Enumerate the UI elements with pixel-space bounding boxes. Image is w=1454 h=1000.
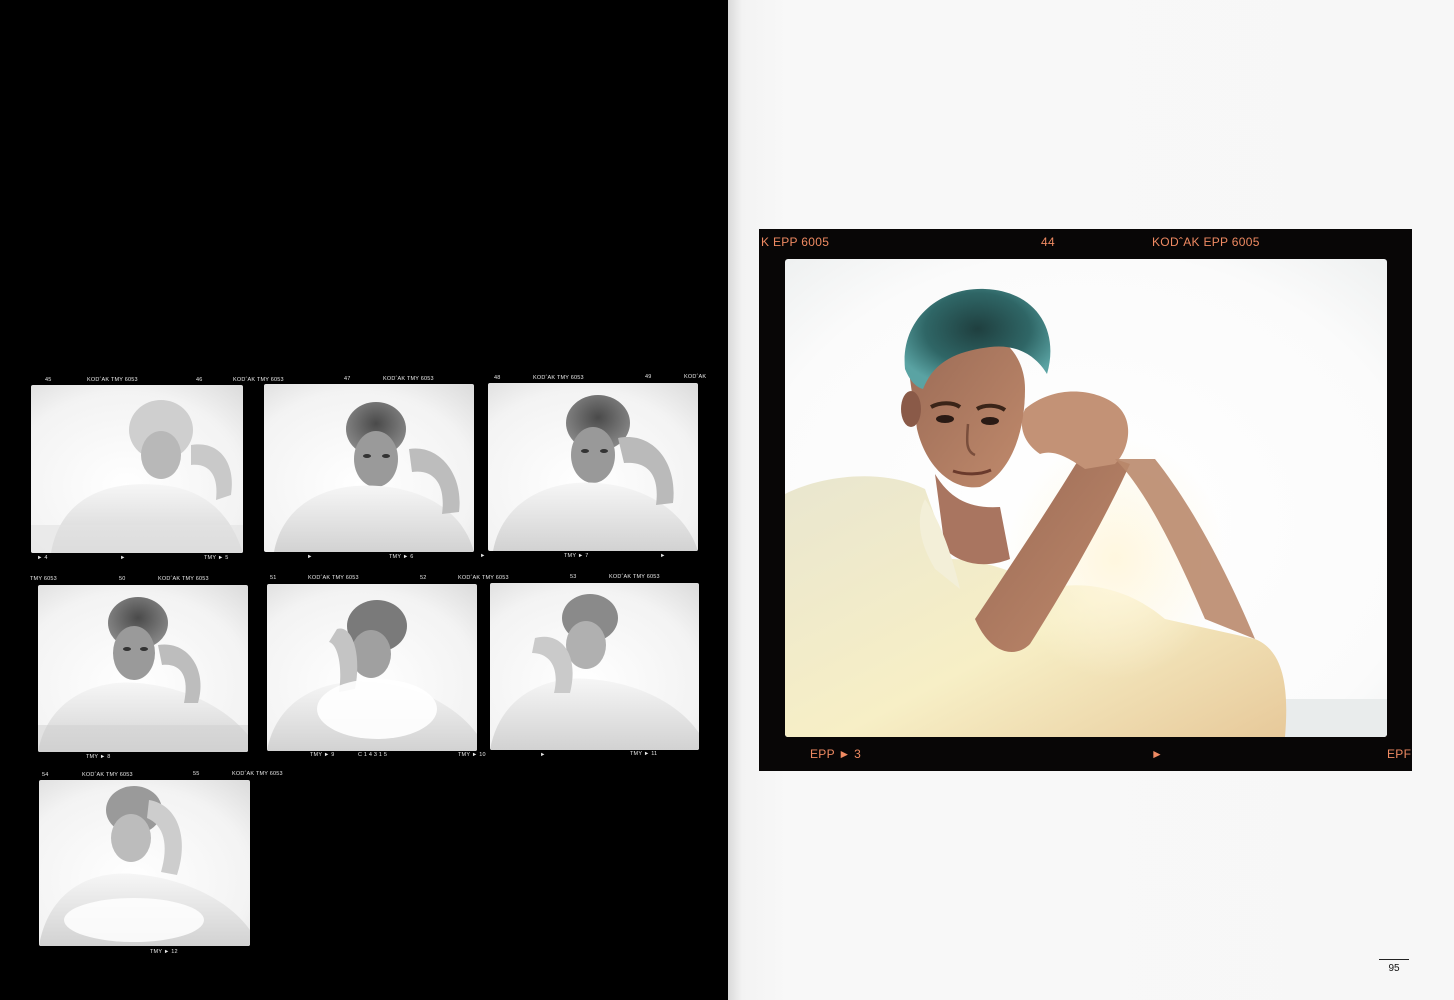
edge-number: 49 <box>645 374 652 380</box>
edge-print: TMY ► 6 <box>389 554 414 560</box>
edge-print: KODˆAK TMY 6053 <box>87 377 138 383</box>
portrait-photo <box>264 384 474 552</box>
edge-print: TMY ► 7 <box>564 553 589 559</box>
edge-print: ► <box>540 752 546 758</box>
edge-number: 50 <box>119 576 126 582</box>
edge-print: KODˆAK TMY 6053 <box>158 576 209 582</box>
edge-print: KODˆAK TMY 6053 <box>82 772 133 778</box>
slide-frame-number: 44 <box>1041 235 1055 249</box>
edge-print: TMY 6053 <box>30 576 57 582</box>
edge-number: 48 <box>494 375 501 381</box>
edge-print: KODˆAK TMY 6053 <box>232 771 283 777</box>
contact-frame-5 <box>267 584 477 751</box>
edge-print: ► 4 <box>37 555 48 561</box>
edge-number: 45 <box>45 377 52 383</box>
portrait-image <box>785 259 1387 737</box>
edge-number: 51 <box>270 575 277 581</box>
portrait-photo <box>488 383 698 551</box>
edge-print: ► <box>660 553 666 559</box>
folio-rule <box>1379 959 1409 960</box>
page-number: 95 <box>1388 963 1400 974</box>
slide-edge-print-right: KODˆAK EPP 6005 <box>1152 235 1260 249</box>
edge-number: 47 <box>344 376 351 382</box>
edge-print: C 1 4 3 1 5 <box>358 752 388 758</box>
edge-number: 52 <box>420 575 427 581</box>
edge-print: TMY ► 10 <box>458 752 486 758</box>
edge-print: ► <box>307 554 313 560</box>
portrait-photo <box>39 780 250 946</box>
contact-frame-4 <box>38 585 248 752</box>
edge-number: 54 <box>42 772 49 778</box>
edge-print: TMY ► 5 <box>204 555 229 561</box>
edge-print: KODˆAK <box>684 374 707 380</box>
slide-edge-print-left: K EPP 6005 <box>761 235 830 249</box>
edge-print: KODˆAK TMY 6053 <box>308 575 359 581</box>
edge-print: TMY ► 8 <box>86 754 111 760</box>
contact-frame-2 <box>264 384 474 552</box>
edge-print: KODˆAK TMY 6053 <box>533 375 584 381</box>
contact-frame-7 <box>39 780 250 946</box>
portrait-photo <box>267 584 477 751</box>
slide-bottom-arrow: ► <box>1151 747 1164 761</box>
contact-frame-6 <box>490 583 699 750</box>
slide-bottom-print-right: EPF <box>1387 747 1412 761</box>
edge-number: 46 <box>196 377 203 383</box>
edge-print: TMY ► 11 <box>630 751 658 757</box>
color-portrait-photo <box>785 259 1387 737</box>
edge-number: 53 <box>570 574 577 580</box>
slide-bottom-print-left: EPP ► 3 <box>810 747 862 761</box>
edge-print: TMY ► 12 <box>150 949 178 955</box>
edge-print: ► <box>480 553 486 559</box>
edge-print: KODˆAK TMY 6053 <box>458 575 509 581</box>
edge-print: KODˆAK TMY 6053 <box>233 377 284 383</box>
edge-print: KODˆAK TMY 6053 <box>383 376 434 382</box>
edge-print: ► <box>120 555 126 561</box>
edge-number: 55 <box>193 771 200 777</box>
contact-frame-3 <box>488 383 698 551</box>
edge-print: KODˆAK TMY 6053 <box>609 574 660 580</box>
portrait-photo <box>31 385 243 553</box>
portrait-photo <box>490 583 699 750</box>
edge-print: TMY ► 9 <box>310 752 335 758</box>
contact-frame-1 <box>31 385 243 553</box>
portrait-photo <box>38 585 248 752</box>
